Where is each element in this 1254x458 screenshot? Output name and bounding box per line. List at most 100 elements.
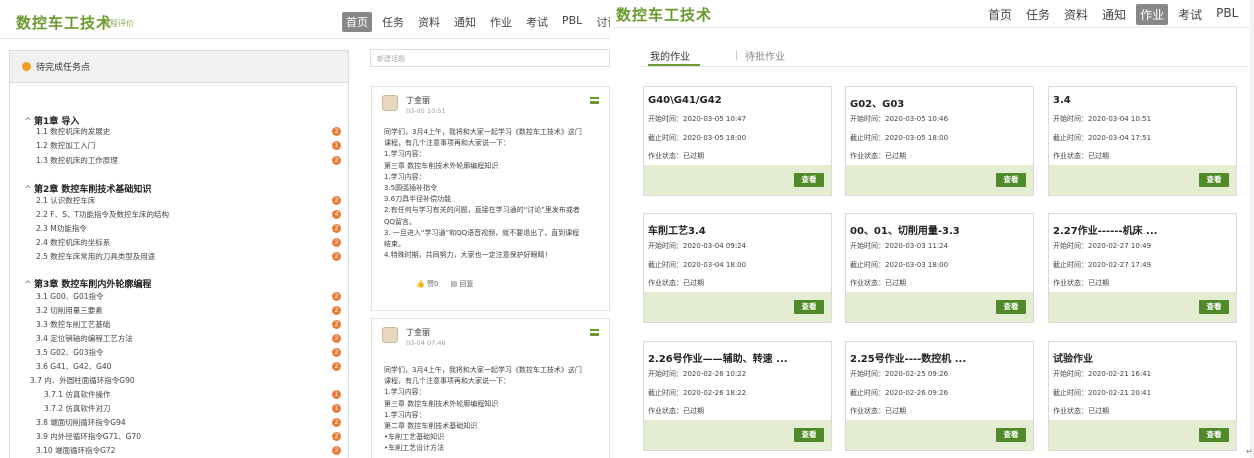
nav-item[interactable]: 首页 <box>342 12 372 32</box>
homework-title[interactable]: 2.27作业------机床 ... <box>1053 222 1157 237</box>
menu-icon[interactable] <box>590 329 599 336</box>
nav-item[interactable]: 资料 <box>1060 4 1092 25</box>
post-line: 2.有任何与学习有关的问题，直接在学习通的“讨论”里发布或者 <box>384 206 580 215</box>
start-time: 开始时间：2020-03-04 09:24 <box>648 241 746 251</box>
nav-item[interactable]: 通知 <box>1098 4 1130 25</box>
homework-status: 作业状态：已过期 <box>648 278 704 288</box>
homework-title[interactable]: 00、01、切削用量-3.3 <box>850 222 960 237</box>
nav-item[interactable]: 任务 <box>1022 4 1054 25</box>
nav-item[interactable]: PBL <box>1212 4 1242 25</box>
avatar[interactable] <box>382 95 398 111</box>
post-line: •车削工艺设计方法 <box>384 444 445 453</box>
post-author[interactable]: 丁金丽 <box>406 327 430 338</box>
start-value: 2020-03-05 10:47 <box>683 115 747 123</box>
homework-title[interactable]: 试验作业 <box>1053 350 1093 365</box>
post-line: 第三章 数控车削技术外轮廓编程知识 <box>384 399 499 408</box>
start-label: 开始时间： <box>1053 370 1088 378</box>
avatar[interactable] <box>382 327 398 343</box>
view-button[interactable]: 查看 <box>1199 300 1229 314</box>
reply-link[interactable]: 回复 <box>460 280 474 288</box>
lesson-item[interactable]: 3.9 内外径循环指令G71、G70 <box>36 431 141 442</box>
end-time: 截止时间：2020-03-05 18:00 <box>648 133 746 143</box>
start-value: 2020-02-27 10:49 <box>1088 242 1152 250</box>
post-author[interactable]: 丁金丽 <box>406 95 430 106</box>
lesson-item[interactable]: 2.4 数控机床的坐标系 <box>36 237 110 248</box>
thumbs-up-icon[interactable]: 👍 <box>416 280 425 288</box>
lesson-item[interactable]: 2.1 认识数控车床 <box>36 195 95 206</box>
homework-status: 作业状态：已过期 <box>1053 151 1109 161</box>
view-button[interactable]: 查看 <box>996 300 1026 314</box>
nav-item[interactable]: 考试 <box>1174 4 1206 25</box>
homework-title[interactable]: 车削工艺3.4 <box>648 222 706 237</box>
homework-title[interactable]: 2.26号作业——辅助、转速 ... <box>648 350 788 365</box>
nav-item[interactable]: 考试 <box>522 12 552 32</box>
lesson-item[interactable]: 2.3 M功能指令 <box>36 223 87 234</box>
start-value: 2020-03-05 10:46 <box>885 115 949 123</box>
view-button[interactable]: 查看 <box>794 173 824 187</box>
start-value: 2020-02-26 10:22 <box>683 370 747 378</box>
view-button[interactable]: 查看 <box>996 428 1026 442</box>
lesson-item[interactable]: 1.1 数控机床的发展史 <box>36 126 110 137</box>
lesson-item[interactable]: 3.7 内、外圆柱面循环指令G90 <box>30 375 135 386</box>
nav-item[interactable]: 讨论 <box>592 12 610 32</box>
view-button[interactable]: 查看 <box>996 173 1026 187</box>
lesson-item[interactable]: 3.6 G41、G42、G40 <box>36 361 111 372</box>
chapter-title[interactable]: ^ 第2章 数控车削技术基础知识 <box>24 182 151 195</box>
post-actions: 👍 赞0 ▤ 回复 <box>416 279 474 289</box>
view-button[interactable]: 查看 <box>1199 428 1229 442</box>
homework-status: 作业状态：已过期 <box>648 151 704 161</box>
like-count[interactable]: 赞0 <box>427 280 438 288</box>
homework-title[interactable]: 3.4 <box>1053 95 1071 106</box>
caret-up-icon[interactable]: ^ <box>24 185 34 195</box>
end-label: 截止时间： <box>648 389 683 397</box>
lesson-item[interactable]: 2.2 F、S、T功能指令及数控车床的结构 <box>36 209 169 220</box>
task-count-badge: 1 <box>332 390 341 399</box>
nav-item[interactable]: 任务 <box>378 12 408 32</box>
caret-up-icon[interactable]: ^ <box>24 117 34 127</box>
start-label: 开始时间： <box>648 115 683 123</box>
homework-title-text: 3.4 <box>1053 95 1071 106</box>
menu-icon[interactable] <box>590 97 599 104</box>
nav-item[interactable]: PBL <box>558 12 586 32</box>
lesson-item[interactable]: 3.3 数控车削工艺基础 <box>36 319 110 330</box>
course-logo[interactable]: 数控车工技术 <box>16 12 112 33</box>
nav-item[interactable]: 首页 <box>984 4 1016 25</box>
card-footer: 查看 <box>644 420 831 450</box>
homework-title[interactable]: G02、G03 <box>850 95 904 110</box>
lesson-item[interactable]: 2.5 数控车床常用的刀具类型及用途 <box>36 251 155 262</box>
course-evaluation-link[interactable]: 课程评价 <box>102 18 134 29</box>
end-value: 2020-02-26 18:22 <box>683 389 747 397</box>
lesson-item[interactable]: 3.10 端面循环指令G72 <box>36 445 115 456</box>
end-label: 截止时间： <box>1053 134 1088 142</box>
tab-pending-review[interactable]: 待批作业 <box>745 48 785 63</box>
nav-item[interactable]: 作业 <box>486 12 516 32</box>
lesson-item[interactable]: 3.2 切削用量三要素 <box>36 305 103 316</box>
nav-item[interactable]: 通知 <box>450 12 480 32</box>
lesson-item[interactable]: 1.3 数控机床的工作原理 <box>36 155 118 166</box>
view-button[interactable]: 查看 <box>1199 173 1229 187</box>
homework-title[interactable]: G40\G41/G42 <box>648 95 722 106</box>
new-topic-input[interactable]: 新建话题 <box>370 49 610 67</box>
pending-tasks-title: 待完成任务点 <box>36 63 91 73</box>
lesson-item[interactable]: 3.1 G00、G01指令 <box>36 291 104 302</box>
scrollbar[interactable] <box>1250 0 1254 458</box>
lesson-item[interactable]: 3.5 G02、G03指令 <box>36 347 104 358</box>
comment-icon[interactable]: ▤ <box>451 280 458 288</box>
chapter-title[interactable]: ^ 第3章 数控车削内外轮廓编程 <box>24 277 151 290</box>
lesson-item[interactable]: 3.7.2 仿真软件对刀 <box>44 403 110 414</box>
lesson-item[interactable]: 3.7.1 仿真软件操作 <box>44 389 110 400</box>
view-button[interactable]: 查看 <box>794 428 824 442</box>
task-count-badge: 2 <box>332 334 341 343</box>
active-tab-indicator <box>648 64 700 66</box>
tab-my-homework[interactable]: 我的作业 <box>650 48 690 63</box>
lesson-item[interactable]: 1.2 数控加工入门 <box>36 140 95 151</box>
lesson-item[interactable]: 3.8 端面切削循环指令G94 <box>36 417 126 428</box>
start-value: 2020-03-04 10:51 <box>1088 115 1152 123</box>
caret-up-icon[interactable]: ^ <box>24 280 34 290</box>
course-logo[interactable]: 数控车工技术 <box>616 4 712 25</box>
nav-item[interactable]: 资料 <box>414 12 444 32</box>
nav-item[interactable]: 作业 <box>1136 4 1169 25</box>
view-button[interactable]: 查看 <box>794 300 824 314</box>
lesson-item[interactable]: 3.4 定位销轴的编程工艺方法 <box>36 333 133 344</box>
homework-title[interactable]: 2.25号作业----数控机 ... <box>850 350 966 365</box>
